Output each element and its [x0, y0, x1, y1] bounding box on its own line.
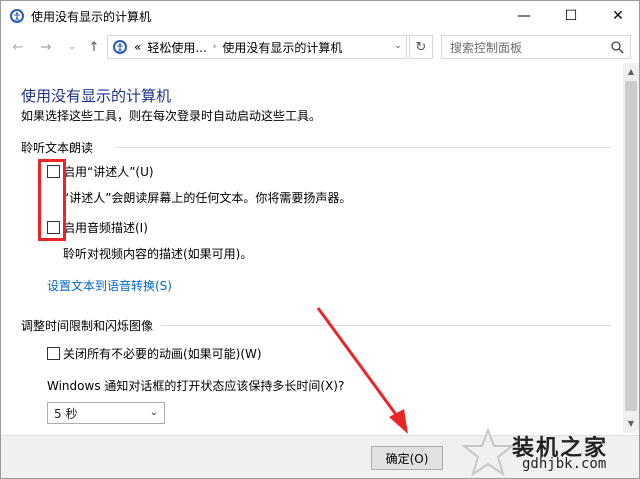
close-button[interactable]: ✕ [595, 1, 640, 31]
breadcrumb-current[interactable]: 使用没有显示的计算机 [222, 39, 342, 56]
watermark-url: gdhjbk.com [522, 456, 607, 472]
text-to-speech-link[interactable]: 设置文本到语音转换(S) [47, 277, 172, 294]
breadcrumb-overflow[interactable]: « [134, 40, 141, 54]
section-divider [161, 325, 611, 326]
recent-locations-button[interactable]: ⌄ [63, 37, 81, 57]
maximize-button[interactable]: ☐ [548, 1, 594, 31]
vertical-scrollbar[interactable]: ▲ ▼ [623, 63, 639, 433]
up-button[interactable]: ↑ [85, 37, 103, 57]
control-panel-window: 使用没有显示的计算机 — ☐ ✕ ← → ⌄ ↑ « 轻松使用... › 使用没… [0, 0, 640, 479]
watermark-star-icon [462, 428, 514, 476]
navigation-bar: ← → ⌄ ↑ « 轻松使用... › 使用没有显示的计算机 ⌄ ↻ 搜索控制面… [1, 33, 639, 61]
search-placeholder: 搜索控制面板 [450, 40, 523, 55]
narrator-description: “讲述人”会朗读屏幕上的任何文本。你将需要扬声器。 [63, 191, 352, 205]
search-input[interactable]: 搜索控制面板 [441, 35, 631, 59]
ease-of-access-icon [10, 9, 24, 23]
notification-duration-select[interactable]: 5 秒 ⌄ [47, 402, 165, 424]
notification-duration-question: Windows 通知对话框的打开状态应该保持多长时间(X)? [47, 379, 345, 393]
ok-button[interactable]: 确定(O) [371, 446, 443, 470]
breadcrumb-parent[interactable]: 轻松使用... [147, 39, 206, 56]
scroll-thumb[interactable] [625, 81, 637, 411]
section-header-timing: 调整时间限制和闪烁图像 [21, 319, 154, 333]
minimize-button[interactable]: — [501, 1, 547, 31]
audio-description-label[interactable]: 启用音频描述(I) [63, 219, 148, 236]
search-icon[interactable] [610, 40, 624, 54]
back-button[interactable]: ← [9, 37, 27, 57]
breadcrumb-separator-icon[interactable]: › [213, 42, 217, 52]
window-title: 使用没有显示的计算机 [31, 10, 152, 24]
forward-button[interactable]: → [37, 37, 55, 57]
highlight-annotation [38, 159, 66, 241]
audio-description-text: 聆听对视频内容的描述(如果可用)。 [63, 247, 253, 261]
address-bar[interactable]: « 轻松使用... › 使用没有显示的计算机 [107, 35, 407, 59]
control-panel-icon [113, 40, 127, 54]
animations-checkbox[interactable] [47, 347, 60, 360]
animations-label[interactable]: 关闭所有不必要的动画(如果可能)(W) [63, 345, 262, 362]
section-divider [115, 147, 611, 148]
page-subtitle: 如果选择这些工具，则在每次登录时自动启动这些工具。 [21, 109, 322, 123]
chevron-down-icon: ⌄ [149, 407, 158, 418]
title-bar: 使用没有显示的计算机 — ☐ ✕ [1, 1, 639, 31]
page-title: 使用没有显示的计算机 [21, 87, 172, 105]
scroll-up-icon[interactable]: ▲ [623, 63, 639, 79]
narrator-label[interactable]: 启用“讲述人”(U) [63, 163, 154, 180]
section-header-text-to-speech: 聆听文本朗读 [21, 141, 94, 155]
content-pane: 使用没有显示的计算机 如果选择这些工具，则在每次登录时自动启动这些工具。 聆听文… [1, 63, 621, 435]
refresh-button[interactable]: ↻ [409, 35, 433, 59]
address-dropdown-button[interactable]: ⌄ [389, 35, 407, 57]
scroll-down-icon[interactable]: ▼ [623, 415, 639, 431]
notification-duration-value: 5 秒 [54, 406, 78, 421]
